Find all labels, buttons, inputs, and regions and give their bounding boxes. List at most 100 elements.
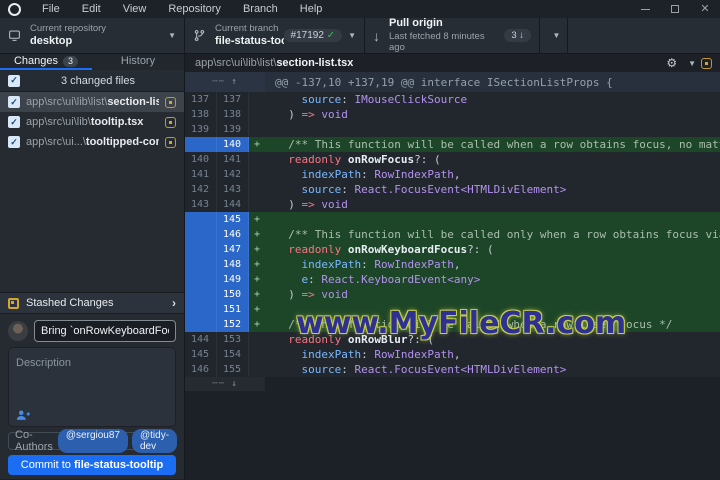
diff-row: 149 + e: React.KeyboardEvent<any>: [185, 272, 720, 287]
hunk-header-text: @@ -137,10 +137,19 @@ interface ISection…: [275, 75, 613, 89]
diff-old-line-number[interactable]: [185, 287, 217, 302]
commit-description-field[interactable]: Description: [8, 347, 176, 427]
diff-line-marker: [249, 347, 265, 362]
diff-old-line-number[interactable]: [185, 137, 217, 152]
diff-line-marker: [249, 122, 265, 137]
close-button[interactable]: ✕: [690, 0, 720, 18]
diff-line-code: source: IMouseClickSource: [265, 92, 720, 107]
chevron-down-icon[interactable]: ▼: [688, 59, 696, 68]
diff-new-line-number[interactable]: 141: [217, 152, 249, 167]
file-row[interactable]: ✓ app\src\ui...\tooltipped-content.tsx: [0, 132, 184, 152]
add-coauthor-icon[interactable]: [16, 409, 30, 421]
file-checkbox[interactable]: ✓: [8, 136, 20, 148]
diff-new-line-number[interactable]: 155: [217, 362, 249, 377]
diff-old-line-number[interactable]: 141: [185, 167, 217, 182]
diff-new-line-number[interactable]: 152: [217, 317, 249, 332]
commit-summary-input[interactable]: [34, 320, 176, 342]
coauthors-row[interactable]: Co-Authors @sergiou87 @tidy-dev: [8, 429, 178, 453]
diff-new-line-number[interactable]: 146: [217, 227, 249, 242]
coauthor-pill[interactable]: @tidy-dev: [131, 429, 178, 453]
expander-row: ┄┄ ↓: [185, 377, 720, 391]
expand-hunk-up-button[interactable]: ┄┄ ↑: [185, 72, 265, 92]
menu-help[interactable]: Help: [289, 0, 334, 18]
diff-new-line-number[interactable]: 145: [217, 212, 249, 227]
diff-row: 145 154 indexPath: RowIndexPath,: [185, 347, 720, 362]
diff-new-line-number[interactable]: 138: [217, 107, 249, 122]
diff-new-line-number[interactable]: 140: [217, 137, 249, 152]
diff-line-code: readonly onRowKeyboardFocus?: (: [265, 242, 720, 257]
diff-old-line-number[interactable]: 142: [185, 182, 217, 197]
pull-count-badge: 3 ↓: [504, 29, 531, 42]
diff-new-line-number[interactable]: 149: [217, 272, 249, 287]
diff-new-line-number[interactable]: 147: [217, 242, 249, 257]
stashed-changes-row[interactable]: Stashed Changes ›: [0, 292, 184, 314]
stashed-changes-label: Stashed Changes: [26, 297, 114, 309]
menu-view[interactable]: View: [112, 0, 158, 18]
diff-row: 145 +: [185, 212, 720, 227]
file-row[interactable]: ✓ app\src\ui\lib\list\section-list.tsx: [0, 92, 184, 112]
diff-line-marker: +: [249, 302, 265, 317]
pull-origin-button[interactable]: ↓ Pull origin Last fetched 8 minutes ago…: [365, 17, 540, 53]
diff-new-line-number[interactable]: 137: [217, 92, 249, 107]
diff-old-line-number[interactable]: 144: [185, 332, 217, 347]
file-path: app\src\ui\lib\tooltip.tsx: [26, 116, 144, 128]
menu-branch[interactable]: Branch: [232, 0, 289, 18]
diff-old-line-number[interactable]: 137: [185, 92, 217, 107]
diff-old-line-number[interactable]: 145: [185, 347, 217, 362]
menu-edit[interactable]: Edit: [71, 0, 112, 18]
diff-old-line-number[interactable]: [185, 227, 217, 242]
diff-new-line-number[interactable]: 153: [217, 332, 249, 347]
current-repository-button[interactable]: Current repository desktop ▼: [0, 18, 185, 53]
gear-icon[interactable]: ⚙: [666, 57, 677, 69]
diff-new-line-number[interactable]: 144: [217, 197, 249, 212]
coauthor-pill[interactable]: @sergiou87: [57, 429, 128, 453]
commit-button[interactable]: Commit to file-status-tooltip: [8, 455, 176, 475]
changes-count-badge: 3: [63, 55, 79, 67]
diff-new-line-number[interactable]: 148: [217, 257, 249, 272]
diff-file-header: app\src\ui\lib\list\section-list.tsx ⚙ ▼: [185, 54, 720, 72]
menu-repository[interactable]: Repository: [157, 0, 232, 18]
modified-status-icon: [165, 136, 176, 148]
current-branch-button[interactable]: Current branch file-status-too... #17192…: [185, 18, 365, 53]
expand-hunk-down-button[interactable]: ┄┄ ↓: [185, 377, 265, 391]
diff-old-line-number[interactable]: [185, 212, 217, 227]
file-row[interactable]: ✓ app\src\ui\lib\tooltip.tsx: [0, 112, 184, 132]
diff-new-line-number[interactable]: 150: [217, 287, 249, 302]
diff-row: 139 139: [185, 122, 720, 137]
diff-new-line-number[interactable]: 151: [217, 302, 249, 317]
menu-file[interactable]: File: [31, 0, 71, 18]
diff-new-line-number[interactable]: 143: [217, 182, 249, 197]
diff-old-line-number[interactable]: 138: [185, 107, 217, 122]
file-checkbox[interactable]: ✓: [8, 116, 20, 128]
file-path: app\src\ui\lib\list\section-list.tsx: [26, 96, 159, 108]
diff-panel: app\src\ui\lib\list\section-list.tsx ⚙ ▼…: [185, 54, 720, 479]
tab-changes[interactable]: Changes 3: [0, 54, 92, 70]
diff-old-line-number[interactable]: 143: [185, 197, 217, 212]
chevron-down-icon: ▼: [348, 31, 356, 40]
file-checkbox[interactable]: ✓: [8, 96, 20, 108]
diff-old-line-number[interactable]: [185, 302, 217, 317]
diff-new-line-number[interactable]: 142: [217, 167, 249, 182]
diff-old-line-number[interactable]: 139: [185, 122, 217, 137]
toolbar-empty: [568, 18, 720, 53]
minimize-button[interactable]: [630, 0, 660, 18]
select-all-checkbox[interactable]: ✓: [8, 74, 20, 87]
diff-line-code: [265, 212, 720, 227]
diff-old-line-number[interactable]: [185, 257, 217, 272]
diff-old-line-number[interactable]: 140: [185, 152, 217, 167]
diff-old-line-number[interactable]: [185, 242, 217, 257]
diff-old-line-number[interactable]: [185, 272, 217, 287]
pr-status-badge[interactable]: #17192 ✓: [283, 29, 343, 42]
diff-old-line-number[interactable]: 146: [185, 362, 217, 377]
diff-line-code: ) => void: [265, 197, 720, 212]
diff-old-line-number[interactable]: [185, 317, 217, 332]
diff-row: 146 + /** This function will be called on…: [185, 227, 720, 242]
diff-line-code: ) => void: [265, 107, 720, 122]
diff-new-line-number[interactable]: 139: [217, 122, 249, 137]
diff-new-line-number[interactable]: 154: [217, 347, 249, 362]
git-branch-icon: [193, 29, 206, 42]
pull-dropdown-button[interactable]: ▼: [540, 18, 568, 53]
computer-icon: [8, 29, 21, 42]
tab-history[interactable]: History: [92, 54, 184, 70]
maximize-button[interactable]: [660, 0, 690, 18]
